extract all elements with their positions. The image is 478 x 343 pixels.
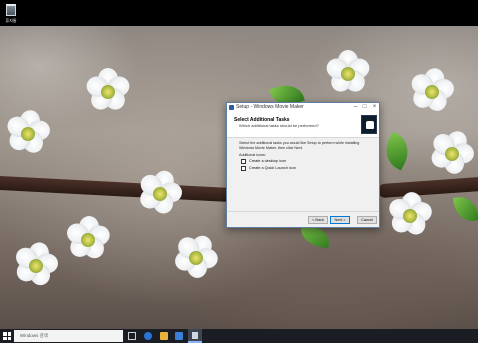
start-button-icon[interactable] [3, 332, 11, 340]
flower-center [341, 67, 355, 81]
setup-taskbar-button[interactable] [188, 329, 202, 343]
task-view-icon[interactable] [128, 332, 136, 340]
taskbar: Windows 검색 [0, 329, 478, 343]
flower-center [425, 85, 439, 99]
wallpaper-leaf [452, 194, 478, 224]
setup-app-icon [192, 332, 198, 339]
recycle-bin-glyph [6, 4, 16, 16]
wallpaper-branch [377, 175, 478, 199]
flower-center [81, 233, 95, 247]
checkbox-label: Create a Quick Launch icon [249, 166, 296, 170]
dialog-titlebar[interactable]: Setup - Windows Movie Maker – □ × [227, 103, 379, 112]
checkbox-box[interactable] [241, 166, 246, 171]
wallpaper-branch [0, 175, 241, 203]
instructions-text: Select the additional tasks you would li… [239, 141, 360, 150]
dialog-header: Select Additional Tasks Which additional… [227, 112, 379, 138]
minimize-button[interactable]: – [351, 103, 360, 112]
back-button[interactable]: < Back [308, 216, 328, 224]
page-subheading: Which additional tasks should be perform… [239, 123, 319, 128]
search-placeholder: Windows 검색 [20, 333, 48, 338]
flower-center [189, 251, 203, 265]
flower-center [101, 85, 115, 99]
setup-app-icon [229, 105, 234, 110]
desktop-icon-checkbox[interactable]: Create a desktop icon [241, 159, 341, 165]
flower-center [29, 259, 43, 273]
wallpaper-leaf [378, 131, 416, 171]
setup-dialog: Setup - Windows Movie Maker – □ × Select… [226, 102, 380, 228]
additional-icons-label: Additional icons: [239, 153, 266, 157]
flower-center [153, 187, 167, 201]
file-explorer-icon[interactable] [160, 332, 168, 340]
flower-center [21, 127, 35, 141]
dialog-title: Setup - Windows Movie Maker [236, 104, 304, 110]
quick-launch-icon-checkbox[interactable]: Create a Quick Launch icon [241, 166, 341, 172]
taskbar-search-box[interactable]: Windows 검색 [14, 330, 123, 342]
flower-center [403, 209, 417, 223]
recycle-bin-label: 휴지통 [5, 18, 17, 23]
store-icon[interactable] [175, 332, 183, 340]
edge-browser-icon[interactable] [144, 332, 152, 340]
checkbox-box[interactable] [241, 159, 246, 164]
cancel-button[interactable]: Cancel [357, 216, 377, 224]
desktop-top-area: 휴지통 [0, 0, 478, 26]
recycle-bin-icon[interactable]: 휴지통 [2, 3, 20, 25]
close-button[interactable]: × [370, 103, 379, 112]
maximize-button[interactable]: □ [360, 103, 369, 112]
checkbox-label: Create a desktop icon [249, 159, 286, 163]
footer-divider [227, 211, 379, 212]
installer-logo-icon [361, 115, 377, 134]
flower-center [445, 147, 459, 161]
next-button[interactable]: Next > [330, 216, 350, 224]
